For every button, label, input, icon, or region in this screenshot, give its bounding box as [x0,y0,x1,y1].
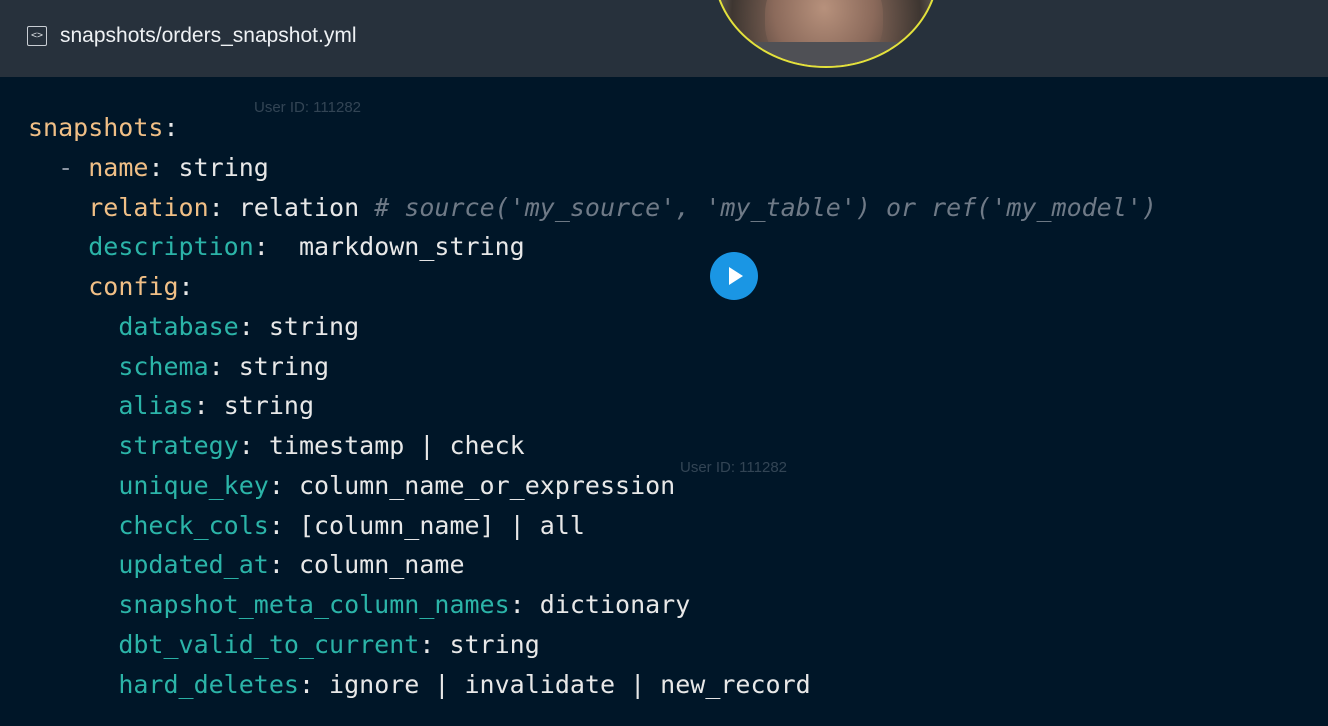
yaml-separator: : [193,391,224,421]
yaml-code-block: snapshots: - name: string relation: rela… [28,108,1157,704]
yaml-key: alias [118,391,194,421]
yaml-separator: : [148,152,179,182]
yaml-key: unique_key [118,470,269,500]
yaml-key: name [88,152,149,182]
yaml-key: snapshots [28,113,164,142]
yaml-value: column_name_or_expression [298,470,676,500]
yaml-key: schema [118,351,209,381]
code-line: snapshot_meta_column_names: dictionary [28,585,1157,625]
yaml-separator: : [178,272,194,301]
yaml-separator: : [238,431,269,460]
yaml-separator: : [163,113,179,142]
file-header: <> snapshots/orders_snapshot.yml [0,0,1328,77]
user-id-watermark: User ID: 111282 [254,99,361,116]
file-path-title: snapshots/orders_snapshot.yml [60,24,357,47]
yaml-key: updated_at [118,550,269,580]
user-id-watermark: User ID: 111282 [680,459,787,476]
list-dash: - [58,152,89,182]
yaml-separator: : [419,629,450,659]
yaml-comment: # source('my_source', 'my_table') or ref… [374,192,1157,222]
yaml-value: relation [238,192,375,222]
code-line: strategy: timestamp | check [28,426,1157,466]
code-line: unique_key: column_name_or_expression [28,466,1157,506]
yaml-value: dictionary [539,590,691,619]
yaml-value: ignore | invalidate | new_record [329,669,811,699]
yaml-key: dbt_valid_to_current [118,629,420,659]
yaml-key: description [88,232,254,262]
yaml-value: string [268,311,360,341]
yaml-value: column_name [298,550,465,580]
yaml-separator: : [509,590,540,619]
yaml-key: snapshot_meta_column_names [118,590,510,619]
code-line: config: [28,267,1157,307]
code-line: database: string [28,307,1157,347]
yaml-separator: : [253,232,299,262]
code-line: relation: relation # source('my_source',… [28,188,1157,228]
yaml-separator: : [238,311,269,341]
code-line: snapshots: [28,108,1157,148]
code-line: check_cols: [column_name] | all [28,506,1157,546]
yaml-value: [column_name] | all [298,510,585,540]
code-line: dbt_valid_to_current: string [28,625,1157,665]
code-line: schema: string [28,347,1157,387]
yaml-separator: : [208,192,239,222]
yaml-separator: : [268,550,299,580]
yaml-separator: : [268,470,299,500]
yaml-separator: : [208,351,239,381]
code-line: updated_at: column_name [28,545,1157,585]
yaml-separator: : [298,669,330,699]
yaml-value: string [178,152,269,182]
yaml-key: check_cols [118,510,269,540]
code-line: - name: string [28,148,1157,188]
yaml-key: config [88,272,179,301]
yaml-separator: : [268,510,299,540]
code-file-icon: <> [27,26,47,46]
yaml-value: string [238,351,330,381]
yaml-key: hard_deletes [118,669,299,699]
presenter-shirt [735,42,915,66]
yaml-value: string [449,629,540,659]
code-line: description: markdown_string [28,227,1157,267]
yaml-key: database [118,311,239,341]
yaml-value: markdown_string [298,232,525,262]
play-icon[interactable] [710,252,758,300]
yaml-key: strategy [118,431,239,460]
code-line: alias: string [28,386,1157,426]
yaml-value: timestamp | check [268,431,525,460]
code-line: hard_deletes: ignore | invalidate | new_… [28,665,1157,705]
yaml-key: relation [88,192,209,222]
webcam-overlay [713,0,939,68]
yaml-value: string [223,391,314,421]
